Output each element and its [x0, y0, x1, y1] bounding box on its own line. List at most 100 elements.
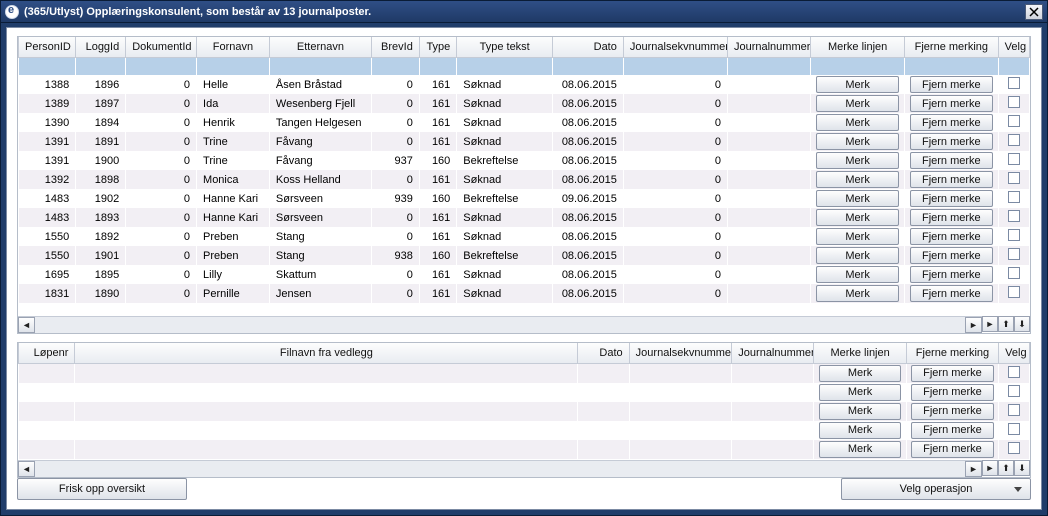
grid1-hscroll[interactable]: ◄ ► — [18, 316, 982, 333]
mark-button[interactable]: Merk — [819, 365, 901, 382]
unmark-button[interactable]: Fjern merke — [910, 152, 993, 169]
col2-filnavn[interactable]: Filnavn fra vedlegg — [75, 343, 578, 363]
col-velg[interactable]: Velg — [998, 37, 1029, 57]
select-checkbox[interactable] — [1008, 404, 1020, 416]
select-checkbox[interactable] — [1008, 385, 1020, 397]
grid2-down-icon[interactable]: ⬇ — [1014, 460, 1030, 476]
col-type[interactable]: Type — [419, 37, 456, 57]
refresh-button[interactable]: Frisk opp oversikt — [17, 478, 187, 500]
table-row[interactable]: 139018940HenrikTangen Helgesen0161Søknad… — [19, 113, 1030, 132]
select-checkbox[interactable] — [1008, 229, 1020, 241]
scroll-left-icon[interactable]: ◄ — [18, 461, 35, 477]
col-personid[interactable]: PersonID — [19, 37, 76, 57]
col-journalsekvnummer[interactable]: Journalsekvnummer — [623, 37, 727, 57]
table-row[interactable]: 169518950LillySkattum0161Søknad08.06.201… — [19, 265, 1030, 284]
select-checkbox[interactable] — [1008, 77, 1020, 89]
unmark-button[interactable]: Fjern merke — [910, 133, 993, 150]
unmark-button[interactable]: Fjern merke — [910, 209, 993, 226]
grid2-extra-right-icon[interactable]: ► — [982, 460, 998, 476]
unmark-button[interactable]: Fjern merke — [910, 190, 993, 207]
operation-button[interactable]: Velg operasjon — [841, 478, 1031, 500]
journal-grid[interactable]: PersonID LoggId DokumentId Fornavn Etter… — [18, 37, 1030, 303]
unmark-button[interactable]: Fjern merke — [910, 76, 993, 93]
table-row[interactable]: Merk Fjern merke — [19, 363, 1030, 383]
mark-button[interactable]: Merk — [819, 422, 901, 439]
col-merke[interactable]: Merke linjen — [811, 37, 905, 57]
unmark-button[interactable]: Fjern merke — [911, 441, 993, 458]
scroll-right-icon[interactable]: ► — [965, 317, 982, 333]
table-row[interactable]: 138918970IdaWesenberg Fjell0161Søknad08.… — [19, 94, 1030, 113]
table-row[interactable]: 155019010PrebenStang938160Bekreftelse08.… — [19, 246, 1030, 265]
mark-button[interactable]: Merk — [816, 228, 899, 245]
col-fornavn[interactable]: Fornavn — [197, 37, 270, 57]
col-typetekst[interactable]: Type tekst — [457, 37, 553, 57]
unmark-button[interactable]: Fjern merke — [910, 285, 993, 302]
unmark-button[interactable]: Fjern merke — [910, 266, 993, 283]
table-row[interactable]: 139118910TrineFåvang0161Søknad08.06.2015… — [19, 132, 1030, 151]
grid2-up-icon[interactable]: ⬆ — [998, 460, 1014, 476]
col-dato[interactable]: Dato — [553, 37, 624, 57]
col-journalnummer[interactable]: Journalnummer — [727, 37, 810, 57]
select-checkbox[interactable] — [1008, 191, 1020, 203]
mark-button[interactable]: Merk — [816, 247, 899, 264]
col2-merke[interactable]: Merke linjen — [814, 343, 906, 363]
mark-button[interactable]: Merk — [816, 133, 899, 150]
unmark-button[interactable]: Fjern merke — [910, 95, 993, 112]
select-checkbox[interactable] — [1008, 153, 1020, 165]
col-loggid[interactable]: LoggId — [76, 37, 126, 57]
col2-dato[interactable]: Dato — [578, 343, 629, 363]
unmark-button[interactable]: Fjern merke — [910, 171, 993, 188]
unmark-button[interactable]: Fjern merke — [910, 228, 993, 245]
col-etternavn[interactable]: Etternavn — [269, 37, 371, 57]
col2-velg[interactable]: Velg — [999, 343, 1030, 363]
select-checkbox[interactable] — [1008, 172, 1020, 184]
select-checkbox[interactable] — [1008, 442, 1020, 454]
table-row[interactable]: 139218980MonicaKoss Helland0161Søknad08.… — [19, 170, 1030, 189]
mark-button[interactable]: Merk — [816, 152, 899, 169]
select-checkbox[interactable] — [1008, 267, 1020, 279]
mark-button[interactable]: Merk — [816, 171, 899, 188]
grid1-up-icon[interactable]: ⬆ — [998, 316, 1014, 332]
grid1-extra-right-icon[interactable]: ► — [982, 316, 998, 332]
mark-button[interactable]: Merk — [816, 209, 899, 226]
unmark-button[interactable]: Fjern merke — [911, 422, 993, 439]
table-row[interactable]: 138818960HelleÅsen Bråstad0161Søknad08.0… — [19, 75, 1030, 94]
table-row[interactable]: Merk Fjern merke — [19, 421, 1030, 440]
select-checkbox[interactable] — [1008, 286, 1020, 298]
mark-button[interactable]: Merk — [819, 384, 901, 401]
select-checkbox[interactable] — [1008, 423, 1020, 435]
mark-button[interactable]: Merk — [819, 441, 901, 458]
table-row[interactable]: MerkFjern merke — [19, 402, 1030, 421]
col2-journalsekvnummer[interactable]: Journalsekvnummer — [629, 343, 732, 363]
close-button[interactable] — [1025, 4, 1043, 20]
table-row[interactable]: MerkFjern merke — [19, 383, 1030, 402]
attachment-grid[interactable]: Løpenr Filnavn fra vedlegg Dato Journals… — [18, 343, 1030, 459]
select-checkbox[interactable] — [1008, 134, 1020, 146]
table-row[interactable]: 155018920PrebenStang0161Søknad08.06.2015… — [19, 227, 1030, 246]
col2-journalnummer[interactable]: Journalnummer — [732, 343, 814, 363]
table-row[interactable]: 183118900PernilleJensen0161Søknad08.06.2… — [19, 284, 1030, 303]
col-fjerne[interactable]: Fjerne merking — [904, 37, 998, 57]
mark-button[interactable]: Merk — [816, 114, 899, 131]
select-checkbox[interactable] — [1008, 366, 1020, 378]
select-checkbox[interactable] — [1008, 210, 1020, 222]
col2-fjerne[interactable]: Fjerne merking — [906, 343, 998, 363]
scroll-right-icon[interactable]: ► — [965, 461, 982, 477]
col2-lopenr[interactable]: Løpenr — [19, 343, 75, 363]
mark-button[interactable]: Merk — [816, 266, 899, 283]
select-checkbox[interactable] — [1008, 96, 1020, 108]
table-row[interactable]: 139119000TrineFåvang937160Bekreftelse08.… — [19, 151, 1030, 170]
table-row[interactable]: Merk Fjern merke — [19, 440, 1030, 459]
select-checkbox[interactable] — [1008, 248, 1020, 260]
mark-button[interactable]: Merk — [816, 285, 899, 302]
scroll-left-icon[interactable]: ◄ — [18, 317, 35, 333]
unmark-button[interactable]: Fjern merke — [910, 114, 993, 131]
unmark-button[interactable]: Fjern merke — [911, 365, 993, 382]
table-row[interactable] — [19, 57, 1030, 75]
table-row[interactable]: 148318930Hanne KariSørsveen0161Søknad08.… — [19, 208, 1030, 227]
table-row[interactable]: 148319020Hanne KariSørsveen939160Bekreft… — [19, 189, 1030, 208]
unmark-button[interactable]: Fjern merke — [911, 403, 993, 420]
col-dokumentid[interactable]: DokumentId — [126, 37, 197, 57]
unmark-button[interactable]: Fjern merke — [910, 247, 993, 264]
mark-button[interactable]: Merk — [816, 95, 899, 112]
